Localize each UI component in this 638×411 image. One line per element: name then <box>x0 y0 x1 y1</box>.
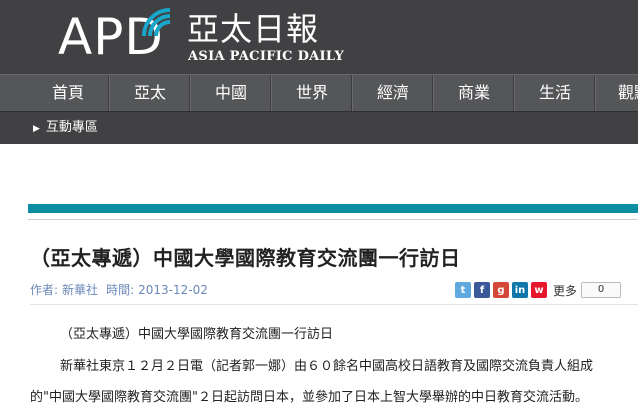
linkedin-icon[interactable]: in <box>512 282 528 298</box>
share-count: 0 <box>581 282 622 298</box>
twitter-icon[interactable]: t <box>455 282 471 298</box>
nav-item-life[interactable]: 生活 <box>515 75 595 111</box>
google-plus-icon[interactable]: g <box>493 282 509 298</box>
article-paragraph: 的"中國大學國際教育交流團"２日起訪問日本，並參加了日本上智大學舉辦的中日教育交… <box>30 390 588 405</box>
nav-item-business[interactable]: 商業 <box>434 75 514 111</box>
signal-icon <box>142 8 171 37</box>
logo-english: ASIA PACIFIC DAILY <box>188 49 345 64</box>
nav-item-economy[interactable]: 經濟 <box>353 75 433 111</box>
article-paragraph: （亞太專遞）中國大學國際教育交流團一行訪日 <box>60 327 334 342</box>
share-more-link[interactable]: 更多 <box>553 282 577 299</box>
time-label: 時間: <box>106 283 135 297</box>
facebook-icon[interactable]: f <box>474 282 490 298</box>
divider <box>30 304 638 305</box>
nav-item-asia-pacific[interactable]: 亞太 <box>110 75 190 111</box>
share-bar: t f g in w 更多 0 <box>455 281 622 299</box>
author-label: 作者: <box>30 283 59 297</box>
article-meta: 作者: 新華社 時間: 2013-12-02 <box>30 281 212 298</box>
nav-item-china[interactable]: 中國 <box>191 75 271 111</box>
article-title: （亞太專遞）中國大學國際教育交流團一行訪日 <box>30 246 461 270</box>
sub-nav: ▶ 互動專區 <box>0 111 638 144</box>
triangle-right-icon: ▶ <box>33 124 40 134</box>
nav-item-opinion[interactable]: 觀點 <box>596 75 638 111</box>
site-header: APD 亞太日報 ASIA PACIFIC DAILY <box>0 0 638 74</box>
nav-item-home[interactable]: 首頁 <box>28 75 108 111</box>
subnav-interactive-zone[interactable]: ▶ 互動專區 <box>33 112 98 145</box>
publish-date: 2013-12-02 <box>138 283 208 297</box>
weibo-icon[interactable]: w <box>531 282 547 298</box>
article-paragraph: 新華社東京１２月２日電（記者郭一娜）由６０餘名中國高校日語教育及國際交流負責人組… <box>60 359 594 374</box>
nav-item-world[interactable]: 世界 <box>272 75 352 111</box>
section-accent-bar <box>28 204 638 213</box>
author-name: 新華社 <box>62 283 99 297</box>
subnav-label: 互動專區 <box>45 120 98 135</box>
logo-chinese: 亞太日報 <box>187 10 320 48</box>
divider <box>28 219 638 220</box>
main-nav: 首頁 亞太 中國 世界 經濟 商業 生活 觀點 <box>0 74 638 111</box>
